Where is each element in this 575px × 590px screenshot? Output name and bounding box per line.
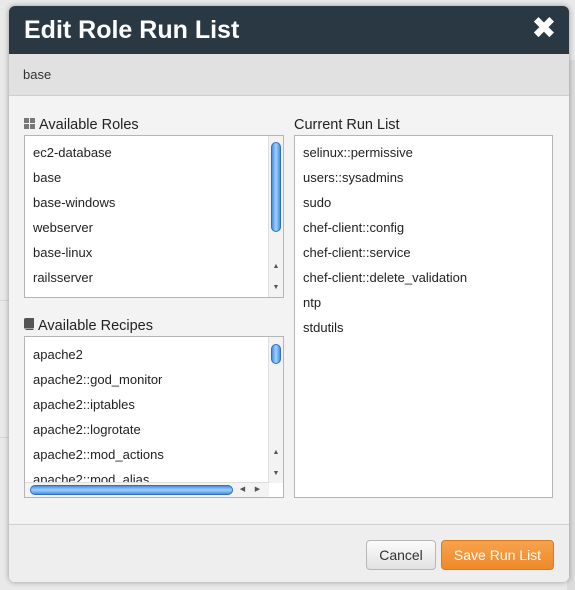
role-name-bar: base [9,54,569,96]
available-roles-list[interactable]: ec2-database base base-windows webserver… [24,135,284,298]
scroll-up-arrow-icon[interactable]: ▲ [269,447,283,458]
list-item[interactable]: base [33,170,61,185]
dialog-footer: Cancel Save Run List [9,524,569,582]
list-item[interactable]: selinux::permissive [303,145,413,160]
scroll-left-arrow-icon[interactable]: ◀ [237,483,248,497]
list-item[interactable]: ec2-database [33,145,112,160]
list-item[interactable]: sudo [303,195,331,210]
available-recipes-list[interactable]: apache2 apache2::god_monitor apache2::ip… [24,336,284,498]
scroll-thumb[interactable] [30,485,233,495]
scroll-thumb[interactable] [271,344,281,364]
cancel-button[interactable]: Cancel [366,540,436,570]
list-item[interactable]: base-linux [33,245,92,260]
scroll-up-arrow-icon[interactable]: ▲ [269,261,283,272]
role-name: base [23,67,52,82]
close-icon[interactable]: ✖ [531,12,557,46]
recipes-vertical-scrollbar[interactable]: ▲ ▼ [268,337,283,483]
grid-icon [24,116,35,134]
list-item[interactable]: railsserver [33,270,93,285]
list-item[interactable]: chef-client::config [303,220,404,235]
list-item[interactable]: chef-client::service [303,245,411,260]
book-icon [24,317,34,335]
list-item[interactable]: chef-client::delete_validation [303,270,467,285]
available-roles-label: Available Roles [39,117,139,133]
list-item[interactable]: ntp [303,295,321,310]
list-item[interactable]: apache2::mod_actions [33,447,164,462]
save-run-list-button[interactable]: Save Run List [441,540,554,570]
list-item[interactable]: webserver [33,220,93,235]
available-roles-heading: Available Roles [24,116,139,134]
dialog-body: Available Roles ec2-database base base-w… [9,96,569,523]
current-run-list-heading: Current Run List [294,116,400,134]
scroll-right-arrow-icon[interactable]: ▶ [252,483,263,497]
current-run-list-label: Current Run List [294,117,400,133]
list-item[interactable]: apache2::god_monitor [33,372,162,387]
list-item[interactable]: users::sysadmins [303,170,403,185]
edit-run-list-dialog: Edit Role Run List ✖ base Available Role… [9,6,569,582]
list-item[interactable]: apache2::iptables [33,397,135,412]
list-item[interactable]: base-windows [33,195,115,210]
roles-vertical-scrollbar[interactable]: ▲ ▼ [268,136,283,297]
recipes-horizontal-scrollbar[interactable]: ◀ ▶ [25,482,269,497]
current-run-list[interactable]: selinux::permissive users::sysadmins sud… [294,135,553,498]
available-recipes-label: Available Recipes [38,318,153,334]
list-item[interactable]: stdutils [303,320,343,335]
list-item[interactable]: apache2 [33,347,83,362]
scroll-thumb[interactable] [271,142,281,232]
list-item[interactable]: apache2::logrotate [33,422,141,437]
scroll-down-arrow-icon[interactable]: ▼ [269,468,283,479]
dialog-header: Edit Role Run List ✖ [9,6,569,54]
dialog-title: Edit Role Run List [24,16,240,44]
scroll-down-arrow-icon[interactable]: ▼ [269,282,283,293]
available-recipes-heading: Available Recipes [24,317,153,335]
